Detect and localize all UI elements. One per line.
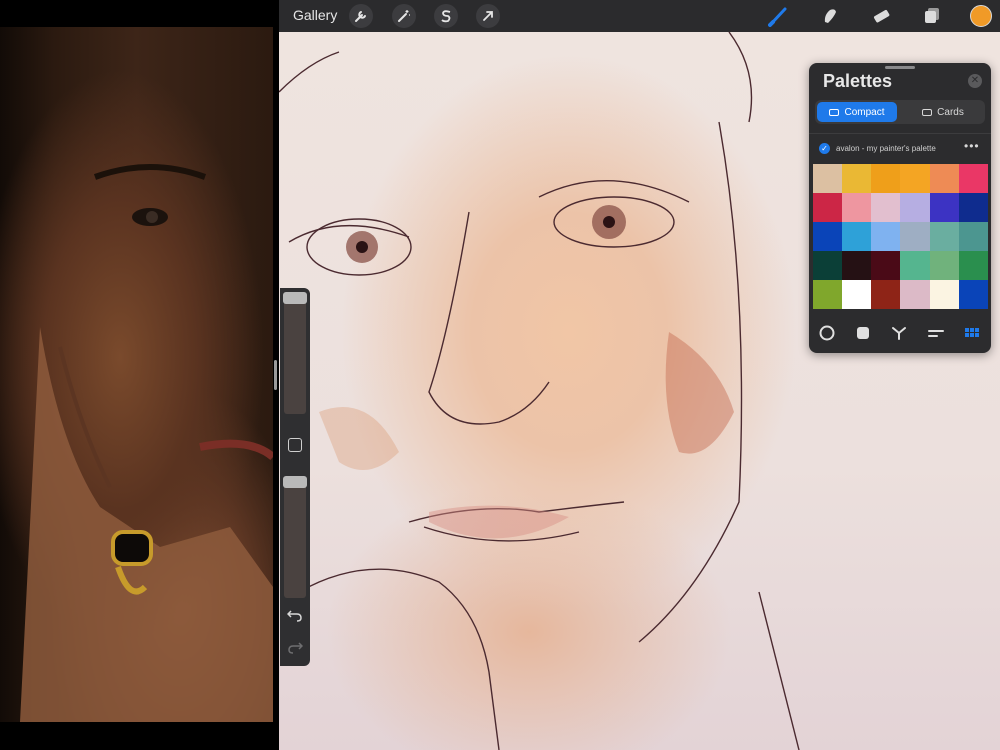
transform-arrow-icon (483, 11, 493, 21)
sidebar (280, 288, 310, 666)
color-swatch[interactable] (900, 193, 930, 222)
brush-size-thumb[interactable] (283, 292, 307, 304)
color-swatch[interactable] (813, 193, 843, 222)
smudge-button[interactable] (818, 4, 842, 28)
brush-size-slider[interactable] (284, 294, 306, 414)
color-swatch[interactable] (842, 164, 872, 193)
undo-icon[interactable] (287, 608, 303, 622)
palettes-panel: Palettes ✕ Compact Cards ✓ avalon - my p… (809, 63, 991, 353)
default-palette-check-icon[interactable]: ✓ (819, 143, 830, 154)
layers-button[interactable] (920, 4, 944, 28)
opacity-slider[interactable] (284, 478, 306, 598)
panel-title: Palettes (823, 71, 893, 91)
color-swatch[interactable] (900, 222, 930, 251)
color-swatch[interactable] (871, 164, 901, 193)
selection-button[interactable] (434, 4, 458, 28)
compact-icon (829, 108, 840, 116)
eyedropper-icon[interactable] (891, 324, 909, 342)
color-swatch[interactable] (958, 164, 988, 193)
actions-button[interactable] (349, 4, 373, 28)
palette-header-row[interactable]: ✓ avalon - my painter's palette ••• (809, 133, 991, 158)
color-swatch[interactable] (958, 280, 988, 309)
paint-button[interactable] (767, 4, 791, 28)
color-swatch[interactable] (813, 251, 843, 280)
redo-icon[interactable] (287, 640, 303, 654)
reference-photo (0, 27, 273, 722)
color-swatch[interactable] (871, 251, 901, 280)
color-swatch[interactable] (958, 222, 988, 251)
color-swatch[interactable] (929, 164, 959, 193)
view-mode-control: Compact Cards (815, 100, 985, 124)
eraser-icon (873, 9, 890, 23)
adjustments-button[interactable] (392, 4, 416, 28)
eraser-button[interactable] (869, 4, 893, 28)
color-swatch[interactable] (900, 164, 930, 193)
color-swatch[interactable] (813, 280, 843, 309)
palette-name: avalon - my painter's palette (836, 144, 936, 153)
cards-label: Cards (937, 106, 964, 118)
compact-label: Compact (844, 106, 885, 118)
transform-button[interactable] (476, 4, 500, 28)
cards-icon (922, 108, 933, 116)
wrench-icon (355, 11, 366, 22)
opacity-thumb[interactable] (283, 476, 307, 488)
circle-icon[interactable] (818, 324, 836, 342)
color-swatch[interactable] (958, 193, 988, 222)
panel-grabber[interactable] (885, 66, 915, 69)
selection-s-icon (441, 10, 451, 23)
color-swatch[interactable] (929, 193, 959, 222)
magic-wand-icon (398, 10, 410, 22)
square-icon[interactable] (854, 324, 872, 342)
color-swatch[interactable] (929, 280, 959, 309)
color-swatch[interactable] (871, 193, 901, 222)
color-mode-bar (809, 318, 991, 348)
color-picker-button[interactable] (970, 5, 992, 27)
color-swatch[interactable] (871, 222, 901, 251)
brush-icon (768, 7, 787, 27)
gallery-button[interactable]: Gallery (293, 7, 337, 23)
more-dots-icon[interactable]: ••• (964, 139, 980, 153)
color-swatch[interactable] (871, 280, 901, 309)
color-swatch[interactable] (900, 280, 930, 309)
slider-icon[interactable] (927, 324, 945, 342)
grid-icon[interactable] (963, 324, 981, 342)
color-swatch[interactable] (842, 280, 872, 309)
reference-photo-detail (20, 164, 273, 722)
color-swatch[interactable] (842, 193, 872, 222)
smudge-icon (824, 9, 836, 23)
modify-square-icon[interactable] (288, 438, 302, 452)
cards-tab[interactable]: Cards (903, 102, 983, 122)
color-swatch[interactable] (842, 222, 872, 251)
color-swatch[interactable] (900, 251, 930, 280)
reference-photo-pane (0, 0, 273, 750)
color-swatch[interactable] (929, 222, 959, 251)
color-swatch[interactable] (813, 222, 843, 251)
swatch-grid (813, 164, 988, 309)
compact-tab[interactable]: Compact (817, 102, 897, 122)
color-swatch[interactable] (929, 251, 959, 280)
split-view-handle[interactable] (274, 360, 277, 390)
color-swatch[interactable] (958, 251, 988, 280)
layers-icon (925, 8, 939, 23)
close-icon[interactable]: ✕ (968, 74, 982, 88)
color-swatch[interactable] (842, 251, 872, 280)
color-swatch[interactable] (813, 164, 843, 193)
